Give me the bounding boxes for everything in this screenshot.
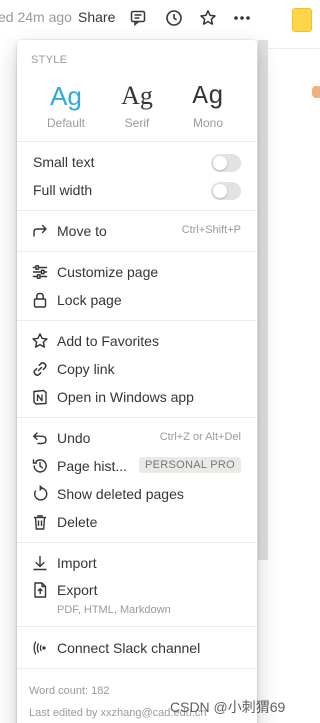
small-text-row[interactable]: Small text: [17, 148, 257, 176]
page-history-item[interactable]: Page hist... PERSONAL PRO: [17, 452, 257, 480]
star-icon[interactable]: [198, 8, 218, 28]
word-count: Word count: 182: [29, 685, 110, 697]
star-icon: [31, 332, 49, 350]
restore-icon: [31, 485, 49, 503]
style-default-option[interactable]: Ag Default: [31, 76, 101, 130]
style-mono-option[interactable]: Ag Mono: [173, 76, 243, 130]
personal-pro-badge: PERSONAL PRO: [139, 457, 241, 473]
notion-logo-icon: [31, 388, 49, 406]
copy-link-item[interactable]: Copy link: [17, 355, 257, 383]
import-item[interactable]: Import: [17, 549, 257, 577]
undo-icon: [31, 429, 49, 447]
last-edited-time: ed 24m ago: [0, 9, 72, 25]
style-mono-sample: Ag: [192, 81, 224, 111]
style-heading: STYLE: [31, 54, 68, 66]
undo-shortcut: Ctrl+Z or Alt+Del: [159, 431, 241, 443]
page-history-label: Page hist...: [57, 458, 128, 474]
show-deleted-pages-label: Show deleted pages: [57, 486, 184, 502]
undo-item[interactable]: Undo Ctrl+Z or Alt+Del: [17, 424, 257, 452]
divider: [17, 542, 257, 543]
move-to-shortcut: Ctrl+Shift+P: [181, 224, 241, 236]
sticky-note-icon[interactable]: [292, 8, 312, 32]
divider: [17, 210, 257, 211]
more-icon[interactable]: [232, 8, 252, 28]
full-width-toggle[interactable]: [211, 182, 241, 200]
share-button[interactable]: Share: [78, 9, 115, 25]
export-file-icon: [31, 581, 49, 599]
full-width-label: Full width: [33, 182, 93, 198]
lock-icon: [31, 291, 49, 309]
download-icon: [31, 554, 49, 572]
link-icon: [31, 360, 49, 378]
undo-label: Undo: [57, 430, 91, 446]
import-label: Import: [57, 555, 97, 571]
move-to-item[interactable]: Move to Ctrl+Shift+P: [17, 217, 257, 245]
toggle-knob: [213, 184, 227, 198]
toggle-knob: [213, 156, 227, 170]
show-deleted-pages-item[interactable]: Show deleted pages: [17, 480, 257, 508]
open-in-windows-app-label: Open in Windows app: [57, 389, 194, 405]
style-serif-caption: Serif: [124, 116, 150, 130]
top-bar: ed 24m ago Share: [0, 0, 319, 36]
page-options-menu: STYLE Ag Default Ag Serif Ag Mono Small …: [17, 40, 257, 723]
watermark: CSDN @小刺猬69: [170, 699, 286, 715]
divider: [17, 626, 257, 627]
divider: [17, 141, 257, 142]
export-formats: PDF, HTML, Markdown: [57, 604, 171, 616]
broadcast-icon: [31, 639, 49, 657]
divider: [17, 251, 257, 252]
customize-page-label: Customize page: [57, 264, 159, 280]
delete-item[interactable]: Delete: [17, 508, 257, 536]
export-item[interactable]: Export: [17, 576, 257, 604]
style-default-caption: Default: [46, 116, 86, 130]
move-arrow-icon: [31, 222, 49, 240]
style-default-sample: Ag: [50, 81, 82, 111]
comment-icon[interactable]: [128, 8, 148, 28]
add-to-favorites-label: Add to Favorites: [57, 333, 159, 349]
divider: [17, 668, 257, 669]
small-text-toggle[interactable]: [211, 154, 241, 172]
full-width-row[interactable]: Full width: [17, 176, 257, 204]
style-serif-option[interactable]: Ag Serif: [102, 76, 172, 130]
connect-slack-channel-label: Connect Slack channel: [57, 640, 201, 656]
style-mono-caption: Mono: [192, 116, 224, 130]
delete-label: Delete: [57, 514, 98, 530]
open-in-windows-app-item[interactable]: Open in Windows app: [17, 383, 257, 411]
export-label: Export: [57, 582, 98, 598]
small-text-label: Small text: [33, 154, 95, 170]
scrollbar[interactable]: [258, 40, 268, 560]
copy-link-label: Copy link: [57, 361, 115, 377]
page-icon: [312, 86, 320, 98]
lock-page-item[interactable]: Lock page: [17, 286, 257, 314]
history-icon: [31, 457, 49, 475]
trash-icon: [31, 513, 49, 531]
connect-slack-channel-item[interactable]: Connect Slack channel: [17, 634, 257, 662]
style-options: Ag Default Ag Serif Ag Mono: [17, 76, 257, 136]
divider: [17, 320, 257, 321]
add-to-favorites-item[interactable]: Add to Favorites: [17, 327, 257, 355]
sliders-icon: [31, 263, 49, 281]
divider: [17, 417, 257, 418]
move-to-label: Move to: [57, 223, 107, 239]
clock-icon[interactable]: [164, 8, 184, 28]
lock-page-label: Lock page: [57, 292, 122, 308]
customize-page-item[interactable]: Customize page: [17, 258, 257, 286]
divider: [268, 48, 319, 49]
style-serif-sample: Ag: [121, 81, 153, 110]
